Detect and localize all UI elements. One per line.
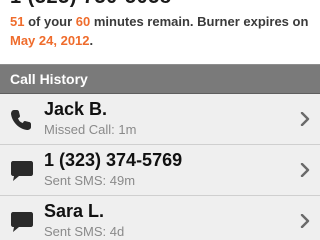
phone-icon	[11, 110, 31, 130]
contact-name: Sara L.	[44, 201, 105, 221]
burner-info-panel: 1 (323) 730-5058 51 of your 60 minutes r…	[0, 0, 320, 62]
sms-bubble-icon	[11, 161, 33, 181]
burner-app-screen: 1 (323) 730-5058 51 of your 60 minutes r…	[0, 0, 320, 240]
call-history-title: Call History	[10, 71, 88, 87]
minutes-total-count: 60	[75, 14, 91, 29]
expiry-date: May 24, 2012	[10, 33, 90, 48]
status-text-part: of your	[24, 14, 76, 29]
sms-bubble-icon	[11, 212, 33, 232]
status-text-part: minutes remain. Burner expires on	[90, 14, 309, 29]
contact-name: 1 (323) 374-5769	[44, 150, 183, 170]
call-detail: Sent SMS: 4d	[44, 224, 125, 239]
chevron-right-icon	[300, 163, 310, 177]
chevron-right-icon	[300, 112, 310, 126]
call-history-header: Call History	[0, 64, 320, 94]
call-detail: Sent SMS: 49m	[44, 173, 136, 188]
minutes-remaining-count: 51	[10, 14, 25, 29]
status-text-part: .	[89, 33, 94, 48]
call-history-item[interactable]: Sara L. Sent SMS: 4d	[0, 196, 320, 240]
call-detail: Missed Call: 1m	[44, 122, 137, 137]
call-history-item[interactable]: Jack B. Missed Call: 1m	[0, 94, 320, 145]
chevron-right-icon	[300, 214, 310, 228]
contact-name: Jack B.	[44, 99, 108, 119]
burner-phone-number: 1 (323) 730-5058	[10, 0, 171, 9]
call-history-item[interactable]: 1 (323) 374-5769 Sent SMS: 49m	[0, 145, 320, 196]
burner-status-text: 51 of your 60 minutes remain. Burner exp…	[10, 12, 310, 50]
